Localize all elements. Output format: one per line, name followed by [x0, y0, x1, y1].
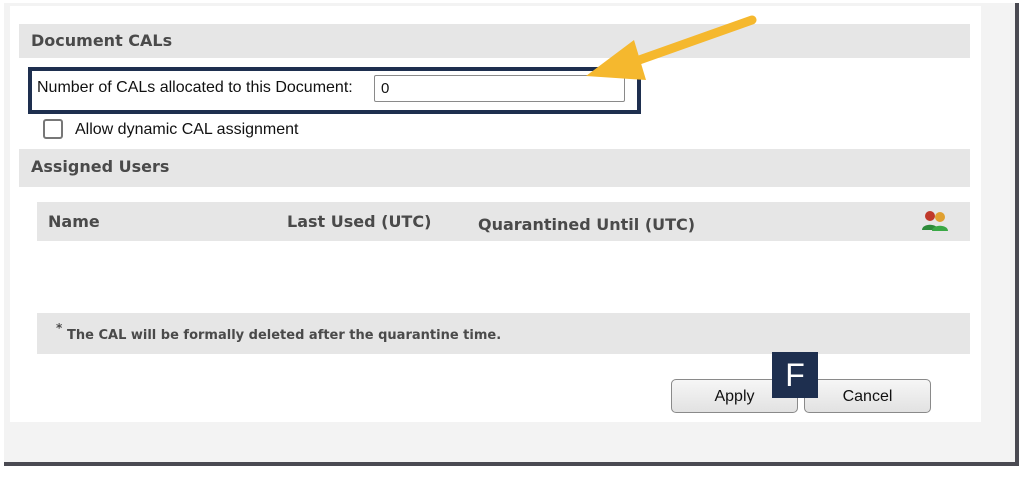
cancel-button[interactable]: Cancel	[804, 379, 931, 413]
callout-arrow-icon	[586, 15, 757, 80]
assigned-users-table-header: Name Last Used (UTC) Quarantined Until (…	[37, 202, 970, 241]
column-last-used[interactable]: Last Used (UTC)	[287, 212, 431, 232]
document-cals-header: Document CALs	[19, 24, 970, 58]
callout-badge: F	[772, 352, 818, 398]
column-quarantined-until[interactable]: Quarantined Until (UTC)	[478, 215, 695, 235]
dynamic-cal-checkbox[interactable]	[43, 119, 63, 139]
users-icon[interactable]	[921, 209, 949, 233]
quarantine-footnote: * The CAL will be formally deleted after…	[37, 313, 970, 354]
footnote-asterisk: *	[56, 321, 63, 335]
column-name[interactable]: Name	[48, 212, 100, 232]
cal-allocated-label: Number of CALs allocated to this Documen…	[37, 79, 353, 96]
dynamic-cal-label[interactable]: Allow dynamic CAL assignment	[75, 119, 299, 141]
assigned-users-header: Assigned Users	[19, 149, 970, 187]
footnote-text: The CAL will be formally deleted after t…	[67, 328, 502, 343]
